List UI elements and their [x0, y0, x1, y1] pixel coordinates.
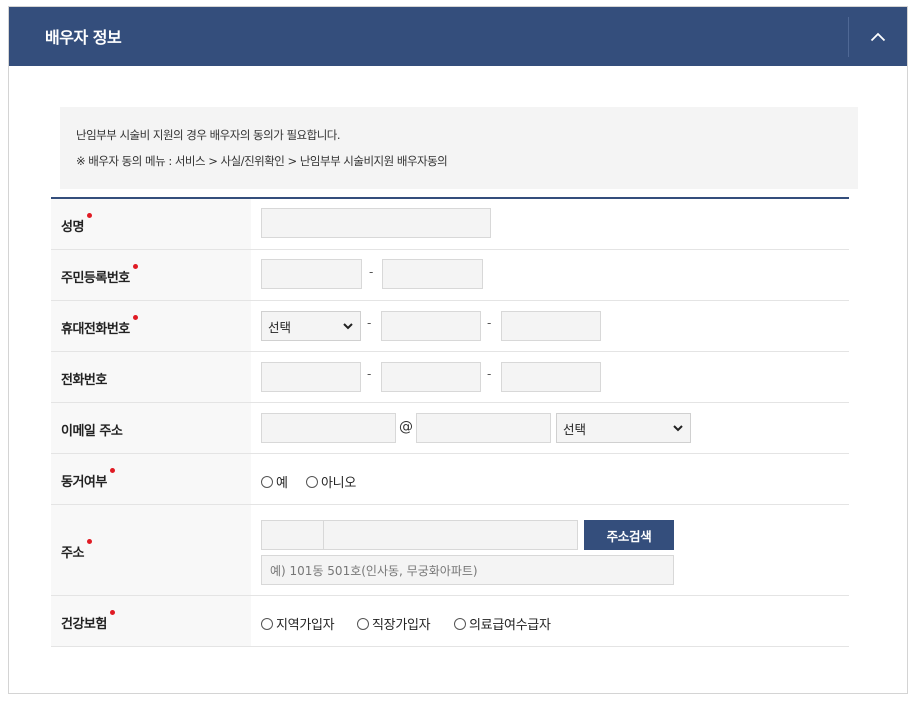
cohabit-yes-radio[interactable]: 예: [261, 472, 288, 491]
email-label: 이메일 주소: [61, 424, 123, 439]
row-header: 이메일 주소: [51, 403, 251, 453]
required-dot: [86, 539, 92, 544]
row-header: 휴대전화번호: [51, 301, 251, 351]
address-detail-placeholder: 예) 101동 501호(인사동, 무궁화아파트): [270, 563, 478, 578]
rrn-front-input[interactable]: [261, 259, 362, 289]
mobile-mid-input[interactable]: [381, 311, 481, 341]
address-detail-input[interactable]: 예) 101동 501호(인사동, 무궁화아파트): [261, 555, 674, 585]
row-header: 주소: [51, 505, 251, 595]
row-mobile: 휴대전화번호 선택 - -: [51, 301, 849, 352]
radio-label: 예: [276, 476, 288, 491]
phone-mid-input[interactable]: [381, 362, 481, 392]
notice-text: 난임부부 시술비 지원의 경우 배우자의 동의가 필요합니다.: [76, 128, 341, 142]
row-email: 이메일 주소 @ 선택: [51, 403, 849, 454]
radio-label: 직장가입자: [372, 618, 431, 633]
radio-label: 지역가입자: [276, 618, 335, 633]
mobile-carrier-select[interactable]: 선택: [261, 311, 361, 341]
insurance-medicaid-radio[interactable]: 의료급여수급자: [454, 614, 551, 633]
row-insurance: 건강보험 지역가입자 직장가입자 의료급여수급자: [51, 596, 849, 647]
rrn-back-input[interactable]: [382, 259, 483, 289]
spouse-form-table: 성명 주민등록번호 - 휴대전화번호 선택 - - 전화번호 - - 이메일 주…: [51, 197, 849, 647]
zipcode-input[interactable]: [261, 520, 324, 550]
required-dot: [132, 315, 138, 320]
row-header: 주민등록번호: [51, 250, 251, 300]
select-value: 선택: [563, 421, 587, 437]
chevron-up-icon: [870, 32, 886, 41]
radio-circle-icon: [357, 617, 369, 630]
select-value: 선택: [268, 319, 292, 335]
radio-label: 의료급여수급자: [469, 618, 551, 633]
required-dot: [86, 213, 92, 218]
insurance-label: 건강보험: [61, 610, 115, 632]
notice-box: 난임부부 시술비 지원의 경우 배우자의 동의가 필요합니다. ※ 배우자 동의…: [60, 107, 858, 189]
name-input[interactable]: [261, 208, 491, 238]
row-rrn: 주민등록번호 -: [51, 250, 849, 301]
dash: -: [367, 316, 372, 330]
required-dot: [109, 610, 115, 615]
rrn-label: 주민등록번호: [61, 264, 138, 286]
dash: -: [369, 265, 374, 279]
row-header: 전화번호: [51, 352, 251, 402]
panel-header: 배우자 정보: [9, 7, 907, 66]
cohabit-label: 동거여부: [61, 468, 115, 490]
collapse-button[interactable]: [849, 7, 907, 66]
radio-label: 아니오: [321, 476, 356, 491]
address-label: 주소: [61, 539, 92, 561]
email-domain-input[interactable]: [416, 413, 551, 443]
radio-circle-icon: [261, 475, 273, 488]
phone-last-input[interactable]: [501, 362, 601, 392]
row-cohabit: 동거여부 예 아니오: [51, 454, 849, 505]
row-address: 주소 주소검색 예) 101동 501호(인사동, 무궁화아파트): [51, 505, 849, 596]
dash: -: [367, 367, 372, 381]
name-label: 성명: [61, 213, 92, 235]
radio-circle-icon: [306, 475, 318, 488]
required-dot: [132, 264, 138, 269]
phone-area-input[interactable]: [261, 362, 361, 392]
notice-menu-path: ※ 배우자 동의 메뉴 : 서비스 > 사실/진위확인 > 난임부부 시술비지원…: [76, 154, 448, 168]
email-domain-select[interactable]: 선택: [556, 413, 691, 443]
insurance-workplace-radio[interactable]: 직장가입자: [357, 614, 431, 633]
row-header: 성명: [51, 199, 251, 249]
row-header: 동거여부: [51, 454, 251, 504]
dash: -: [487, 367, 492, 381]
row-header: 건강보험: [51, 596, 251, 646]
phone-label: 전화번호: [61, 373, 107, 388]
radio-circle-icon: [261, 617, 273, 630]
at-sign: @: [399, 419, 413, 435]
cohabit-no-radio[interactable]: 아니오: [306, 472, 356, 491]
address-search-button[interactable]: 주소검색: [584, 520, 674, 550]
address-main-input[interactable]: [323, 520, 578, 550]
dash: -: [487, 316, 492, 330]
panel-title: 배우자 정보: [45, 28, 122, 47]
row-name: 성명: [51, 199, 849, 250]
row-phone: 전화번호 - -: [51, 352, 849, 403]
mobile-last-input[interactable]: [501, 311, 601, 341]
email-id-input[interactable]: [261, 413, 396, 443]
radio-circle-icon: [454, 617, 466, 630]
mobile-label: 휴대전화번호: [61, 315, 138, 337]
insurance-regional-radio[interactable]: 지역가입자: [261, 614, 335, 633]
required-dot: [109, 468, 115, 473]
chevron-down-icon: [343, 323, 353, 330]
chevron-down-icon: [673, 425, 683, 432]
